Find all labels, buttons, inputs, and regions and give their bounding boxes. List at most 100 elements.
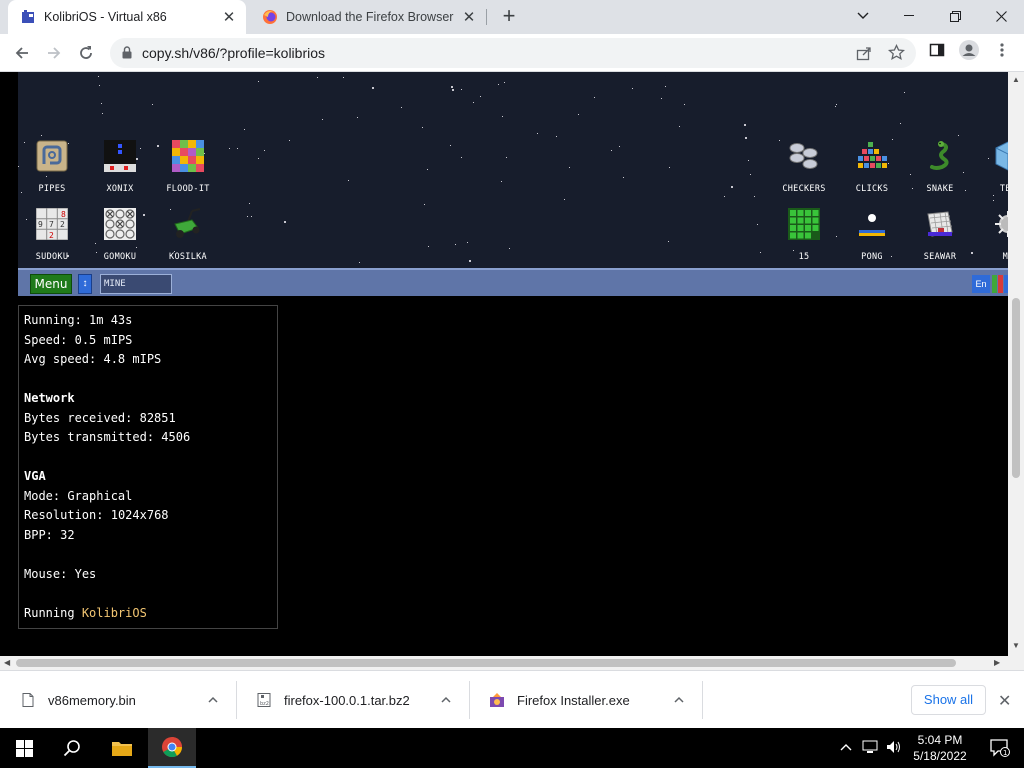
chevron-up-icon[interactable] [672,693,686,707]
scroll-left-arrow-icon[interactable]: ◀ [4,658,10,667]
tab-firefox-download[interactable]: Download the Firefox Browser in English … [250,0,486,34]
chevron-up-icon[interactable] [439,693,453,707]
show-all-downloads-button[interactable]: Show all [911,685,986,715]
kolibrios-desktop[interactable]: PIPES XONIX FLOOD-IT CHECKERS CLICKS SNA… [18,72,1008,296]
star-dot [24,142,25,143]
emulator-viewport[interactable]: PIPES XONIX FLOOD-IT CHECKERS CLICKS SNA… [0,72,1008,656]
forward-button[interactable] [42,41,66,65]
download-item-v86memory[interactable]: v86memory.bin [0,671,236,729]
star-dot [748,160,749,161]
file-explorer-button[interactable] [98,728,146,768]
reload-button[interactable] [74,41,98,65]
show-hidden-icons-chevron-icon[interactable] [840,740,852,754]
scroll-tasks-icon[interactable]: ↕ [78,274,92,294]
star-dot [754,196,755,197]
svg-text:7: 7 [49,220,54,229]
download-item-firefox-installer[interactable]: Firefox Installer.exe [469,671,702,729]
vertical-scroll-thumb[interactable] [1012,298,1020,478]
bookmark-star-icon[interactable] [888,44,905,61]
action-center-button[interactable]: 1 [976,728,1024,768]
back-button[interactable] [10,41,34,65]
star-dot [623,177,624,178]
horizontal-scroll-thumb[interactable] [16,659,956,667]
more-menu-icon[interactable] [999,42,1005,58]
stat-value: 82851 [139,410,176,425]
star-dot [136,158,138,160]
scroll-down-arrow-icon[interactable]: ▼ [1012,641,1020,650]
star-dot [958,135,959,136]
vertical-scrollbar[interactable]: ▲ ▼ [1008,72,1024,656]
star-dot [348,180,349,181]
close-tab-icon[interactable]: ✕ [460,8,478,26]
taskbar-window-mine[interactable]: MINE [100,274,172,294]
svg-text:2: 2 [49,231,54,240]
scroll-right-arrow-icon[interactable]: ▶ [994,658,1000,667]
restore-button[interactable] [932,0,978,32]
stat-value: 4.8 mIPS [103,352,162,366]
system-clock[interactable]: 5:04 PM 5/18/2022 [906,732,974,764]
star-dot [143,214,145,216]
taskbar-search-button[interactable] [48,728,96,768]
windows-start-button[interactable] [0,728,48,768]
star-dot [461,157,462,158]
close-shelf-icon[interactable]: ✕ [998,691,1011,711]
download-item-firefox-tar[interactable]: bz2 firefox-100.0.1.tar.bz2 [236,671,469,729]
star-dot [251,216,252,217]
stat-speed: Speed: 0.5 mIPS [24,331,277,351]
chrome-taskbar-button[interactable] [148,728,196,768]
v86-favicon-icon [22,10,34,23]
mine-icon [995,211,1008,237]
star-dot [564,199,565,200]
star-dot [428,246,429,247]
side-panel-icon[interactable] [929,42,945,58]
language-indicator[interactable]: En [972,275,990,293]
star-dot [99,85,100,86]
volume-icon[interactable] [886,740,902,757]
horizontal-scrollbar[interactable]: ◀ ▶ [0,656,1024,670]
star-dot [152,104,153,105]
minimize-button[interactable] [886,0,932,32]
star-dot [502,116,503,117]
red-indicator-icon[interactable] [998,275,1003,293]
star-dot [665,86,666,87]
close-tab-icon[interactable]: ✕ [220,8,238,26]
star-dot [452,89,454,91]
network-icon[interactable] [862,740,878,757]
stat-value: KolibriOS [81,605,147,620]
chevron-up-icon[interactable] [206,693,220,707]
tab-search-chevron-icon[interactable] [840,0,886,32]
star-dot [401,107,402,108]
star-dot [669,167,670,168]
star-dot [204,153,205,154]
share-icon[interactable] [856,45,872,61]
file-icon [22,693,34,707]
star-dot [427,169,428,170]
star-dot [501,181,502,182]
downloads-shelf: v86memory.bin bz2 firefox-100.0.1.tar.bz… [0,670,1024,728]
green-indicator-icon[interactable] [992,275,997,293]
url-text[interactable]: copy.sh/v86/?profile=kolibrios [142,45,325,61]
kolibri-menu-button[interactable]: Menu [30,274,72,294]
stat-avg-speed: Avg speed: 4.8 mIPS [24,350,277,370]
download-filename: Firefox Installer.exe [517,693,630,708]
star-dot [451,86,453,88]
star-dot [750,174,751,175]
star-dot [619,146,620,147]
lock-icon[interactable] [122,46,132,59]
star-dot [343,77,344,78]
star-dot [284,221,286,223]
star-dot [101,103,102,104]
stat-label: Bytes received: [24,410,133,425]
profile-avatar-icon[interactable] [959,40,979,60]
star-dot [835,106,836,107]
new-tab-button[interactable]: + [498,5,520,28]
scroll-up-arrow-icon[interactable]: ▲ [1012,75,1020,84]
close-window-button[interactable] [978,0,1024,32]
stat-value: 32 [60,527,75,542]
tab-kolibrios[interactable]: KolibriOS - Virtual x86 ✕ [8,0,246,34]
pipes-icon [36,140,68,172]
address-bar[interactable]: copy.sh/v86/?profile=kolibrios [110,38,916,68]
